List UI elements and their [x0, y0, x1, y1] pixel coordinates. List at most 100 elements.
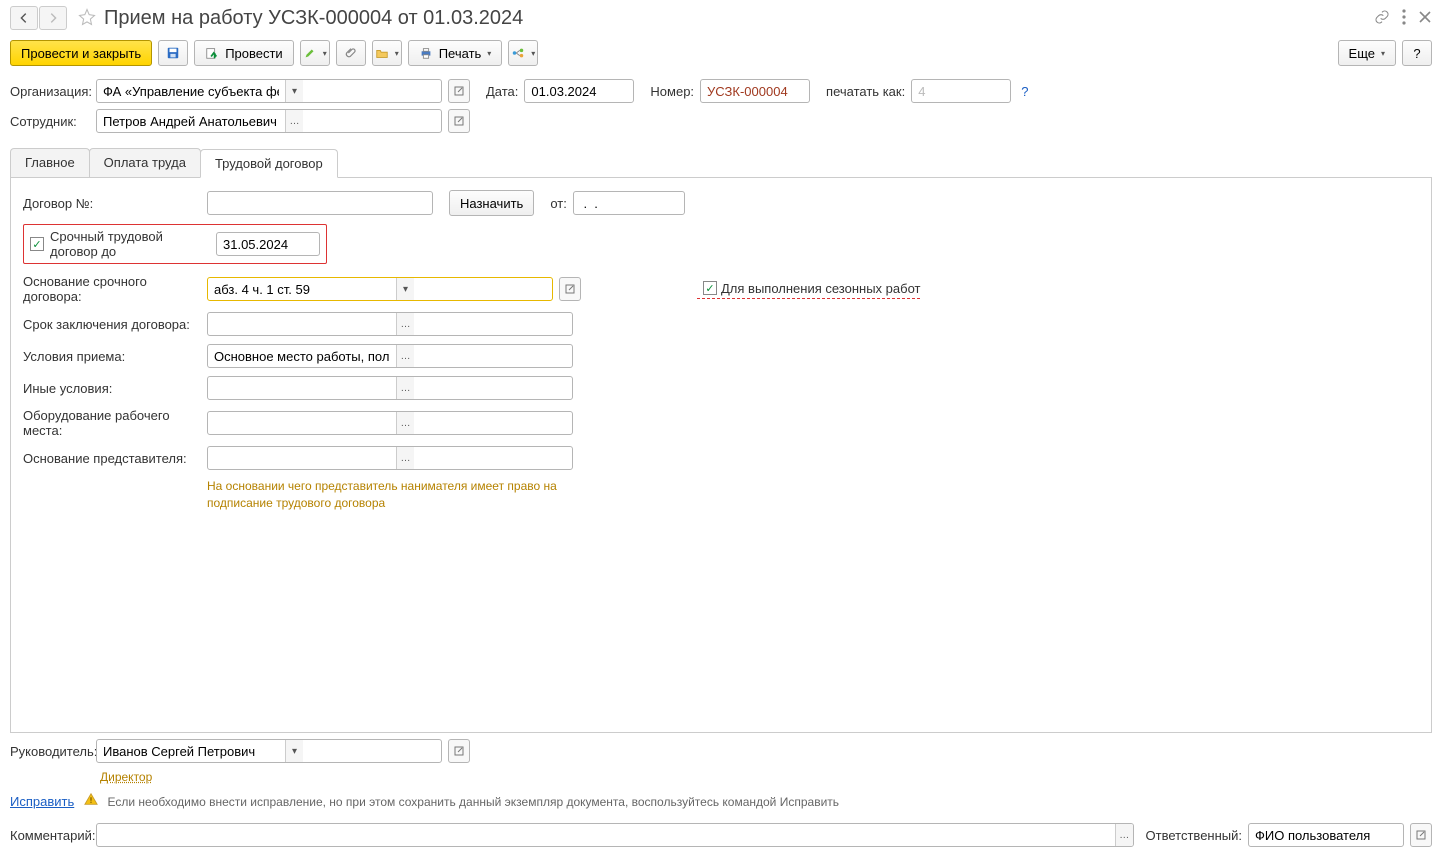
employee-label: Сотрудник:: [10, 114, 90, 129]
arrow-left-icon: [17, 11, 31, 25]
post-icon: [205, 46, 219, 60]
toolbar: Провести и закрыть Провести ▾ ▾ Печать ▾…: [0, 36, 1442, 76]
folder-button[interactable]: ▾: [372, 40, 402, 66]
tab-main[interactable]: Главное: [10, 148, 90, 177]
kebab-menu-icon[interactable]: [1402, 9, 1406, 28]
close-icon[interactable]: [1418, 10, 1432, 27]
help-hint-icon[interactable]: ?: [1021, 84, 1028, 99]
header-form: Организация: ▾ Дата: Номер: печатать как…: [0, 76, 1442, 142]
fixed-term-checkbox[interactable]: ✓: [30, 237, 44, 251]
warning-icon: [84, 794, 102, 809]
fixed-term-date-input[interactable]: [217, 233, 320, 255]
open-ref-button[interactable]: [448, 109, 470, 133]
comment-input[interactable]: [97, 824, 1115, 846]
post-button-label: Провести: [225, 46, 283, 61]
manager-position[interactable]: Директор: [100, 770, 152, 784]
nav-back-button[interactable]: [10, 6, 38, 30]
more-button[interactable]: Еще ▾: [1338, 40, 1396, 66]
responsible-label: Ответственный:: [1146, 828, 1242, 843]
open-ref-button[interactable]: [1410, 823, 1432, 847]
related-button[interactable]: ▾: [508, 40, 538, 66]
printer-icon: [419, 46, 433, 60]
equipment-input[interactable]: [208, 412, 396, 434]
marker-icon: [303, 46, 317, 60]
conditions-label: Условия приема:: [23, 349, 201, 364]
seasonal-label: Для выполнения сезонных работ: [721, 281, 920, 296]
open-ref-button[interactable]: [448, 79, 470, 103]
tabs: Главное Оплата труда Трудовой договор: [10, 148, 1432, 178]
open-icon: [454, 86, 464, 96]
nav-forward-button[interactable]: [39, 6, 67, 30]
ellipsis-button[interactable]: …: [396, 377, 414, 399]
more-label: Еще: [1349, 46, 1375, 61]
dropdown-icon[interactable]: ▾: [285, 740, 303, 762]
ellipsis-button[interactable]: …: [396, 345, 414, 367]
print-button[interactable]: Печать ▾: [408, 40, 503, 66]
manager-input[interactable]: [97, 740, 285, 762]
attach-button[interactable]: [336, 40, 366, 66]
equipment-label: Оборудование рабочего места:: [23, 408, 201, 438]
link-icon[interactable]: [1374, 9, 1390, 28]
term-input[interactable]: [208, 313, 396, 335]
ellipsis-button[interactable]: …: [396, 313, 414, 335]
page-title: Прием на работу УСЗК-000004 от 01.03.202…: [104, 7, 523, 30]
print-as-input[interactable]: [912, 80, 1011, 102]
open-ref-button[interactable]: [559, 277, 581, 301]
seasonal-group: ✓ Для выполнения сезонных работ: [697, 280, 920, 299]
post-button[interactable]: Провести: [194, 40, 294, 66]
help-button[interactable]: ?: [1402, 40, 1432, 66]
open-icon: [1416, 830, 1426, 840]
number-input[interactable]: [701, 80, 810, 102]
titlebar-actions: [1374, 9, 1432, 28]
other-input[interactable]: [208, 377, 396, 399]
from-date-input[interactable]: [574, 192, 685, 214]
representative-input[interactable]: [208, 447, 396, 469]
comment-label: Комментарий:: [10, 828, 90, 843]
contract-number-input[interactable]: [208, 192, 396, 214]
ellipsis-button[interactable]: …: [1115, 824, 1133, 846]
tab-contract[interactable]: Трудовой договор: [200, 149, 338, 178]
conditions-input[interactable]: [208, 345, 396, 367]
fixed-term-label: Срочный трудовой договор до: [50, 229, 210, 259]
relation-icon: [511, 46, 525, 60]
contract-panel: Договор №: Назначить от: ✓ Срочный трудо…: [10, 178, 1432, 733]
basis-label: Основание срочного договора:: [23, 274, 201, 304]
seasonal-checkbox[interactable]: ✓: [703, 281, 717, 295]
print-label: Печать: [439, 46, 482, 61]
save-button[interactable]: [158, 40, 188, 66]
dropdown-icon[interactable]: ▾: [285, 80, 303, 102]
post-and-close-button[interactable]: Провести и закрыть: [10, 40, 152, 66]
print-as-label: печатать как:: [826, 84, 905, 99]
representative-hint: На основании чего представитель нанимате…: [207, 478, 567, 512]
responsible-input[interactable]: [1249, 824, 1404, 846]
employee-input[interactable]: [97, 110, 285, 132]
dropdown-icon[interactable]: ▾: [396, 278, 414, 300]
ellipsis-button[interactable]: …: [396, 412, 414, 434]
titlebar: Прием на работу УСЗК-000004 от 01.03.202…: [0, 0, 1442, 36]
date-label: Дата:: [486, 84, 518, 99]
highlight-button[interactable]: ▾: [300, 40, 330, 66]
footer: Руководитель: ▾ Директор Исправить Если …: [0, 733, 1442, 819]
assign-button[interactable]: Назначить: [449, 190, 534, 216]
term-label: Срок заключения договора:: [23, 317, 201, 332]
other-label: Иные условия:: [23, 381, 201, 396]
from-label: от:: [550, 196, 567, 211]
tab-payment[interactable]: Оплата труда: [89, 148, 201, 177]
open-ref-button[interactable]: [448, 739, 470, 763]
organization-input[interactable]: [97, 80, 285, 102]
favorite-icon[interactable]: [78, 8, 96, 29]
bottom-bar: Комментарий: … Ответственный: ▾: [0, 819, 1442, 855]
floppy-icon: [166, 46, 180, 60]
warning-text: Если необходимо внести исправление, но п…: [108, 795, 840, 809]
manager-label: Руководитель:: [10, 744, 90, 759]
ellipsis-button[interactable]: …: [285, 110, 303, 132]
organization-label: Организация:: [10, 84, 90, 99]
open-icon: [454, 746, 464, 756]
arrow-right-icon: [46, 11, 60, 25]
fixed-term-group: ✓ Срочный трудовой договор до: [23, 224, 327, 264]
correct-link[interactable]: Исправить: [10, 794, 74, 809]
basis-input[interactable]: [208, 278, 396, 300]
ellipsis-button[interactable]: …: [396, 447, 414, 469]
open-icon: [565, 284, 575, 294]
date-input[interactable]: [525, 80, 634, 102]
